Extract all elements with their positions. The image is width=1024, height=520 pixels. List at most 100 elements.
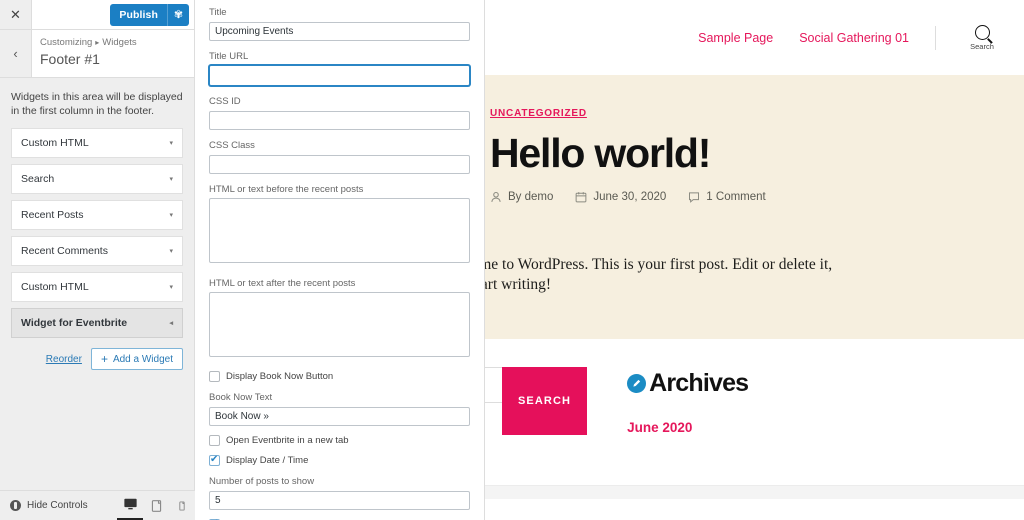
desktop-icon[interactable] [117,491,143,520]
publish-button[interactable]: Publish [110,4,167,26]
chevron-down-icon: ▾ [169,176,173,183]
reorder-link[interactable]: Reorder [46,354,82,365]
customizer-topbar: ✕ Publish ✾ [0,0,194,30]
post-author: By demo [490,191,553,203]
title-input[interactable] [209,22,470,41]
widget-item-custom-html-2[interactable]: Custom HTML ▾ [11,272,183,302]
posts-count-label: Number of posts to show [209,476,315,487]
nav-link-sample-page[interactable]: Sample Page [698,31,773,45]
post-author-label: By demo [508,191,554,203]
plus-icon: + [100,352,108,366]
display-book-now-checkbox[interactable] [209,371,220,382]
tablet-icon[interactable] [143,491,169,520]
search-widget-input[interactable] [485,367,502,403]
post-meta: By demo June 30, 2020 1 Comment [490,191,1024,203]
css-class-input[interactable] [209,155,470,174]
widget-item-label: Recent Comments [21,245,108,257]
post-excerpt-line-1: Welcome to WordPress. This is your first… [485,256,833,273]
css-class-field-label: CSS Class [209,140,255,151]
html-before-textarea[interactable] [209,198,470,263]
widget-item-recent-posts[interactable]: Recent Posts ▾ [11,200,183,230]
previewed-site: Sample Page Social Gathering 01 Search U… [485,0,1024,520]
widget-item-label: Widget for Eventbrite [21,317,128,329]
user-icon [491,191,501,202]
widget-item-search[interactable]: Search ▾ [11,164,183,194]
title-url-input[interactable] [209,65,470,86]
device-preview-switcher [117,491,195,520]
customizer-sidebar: ✕ Publish ✾ ‹ Customizing ▸ Widgets Footer… [0,0,195,520]
book-now-text-label: Book Now Text [209,392,273,403]
header-search-button[interactable]: Search [962,24,1002,51]
open-new-tab-checkbox-row[interactable]: Open Eventbrite in a new tab [209,435,470,446]
nav-link-social-gathering[interactable]: Social Gathering 01 [799,31,909,45]
posts-count-input[interactable] [209,491,470,510]
chevron-down-icon: ▾ [169,140,173,147]
chevron-down-icon: ▾ [169,248,173,255]
post-date: June 30, 2020 [575,191,666,203]
hide-controls-icon [10,500,21,511]
css-id-field-label: CSS ID [209,96,241,107]
page-bottom-strip [485,485,1024,499]
post-title: Hello world! [490,130,711,176]
hide-controls-button[interactable]: Hide Controls [0,500,88,511]
display-date-time-checkbox-row[interactable]: Display Date / Time [209,453,470,466]
open-new-tab-label: Open Eventbrite in a new tab [226,435,349,446]
widget-item-custom-html-1[interactable]: Custom HTML ▾ [11,128,183,158]
display-book-now-label: Display Book Now Button [226,371,334,382]
edit-pencil-icon[interactable] [627,374,647,393]
display-date-time-label: Display Date / Time [226,455,309,466]
footer-widget-region: SEARCH Archives June 2020 [485,339,1024,499]
widget-item-eventbrite[interactable]: Widget for Eventbrite ◂ [11,308,183,338]
book-now-text-input[interactable] [209,407,470,426]
widget-item-label: Search [21,173,55,185]
chevron-left-icon[interactable]: ‹ [0,30,32,77]
hide-controls-label: Hide Controls [27,500,88,511]
post-comments: 1 Comment [688,191,766,203]
close-x-icon[interactable]: ✕ [0,0,32,29]
title-field-label: Title [209,7,227,18]
mobile-icon[interactable] [169,491,195,520]
add-widget-label: Add a Widget [112,353,173,365]
widget-item-recent-comments[interactable]: Recent Comments ▾ [11,236,183,266]
open-new-tab-checkbox[interactable] [209,435,220,446]
post-excerpt: Welcome to WordPress. This is your first… [485,245,1024,339]
display-book-now-checkbox-row[interactable]: Display Book Now Button [209,371,470,382]
display-date-time-checkbox[interactable] [209,453,220,466]
calendar-icon [576,192,587,203]
add-widget-button[interactable]: + Add a Widget [90,348,183,370]
publish-button-group: Publish ✾ [110,3,189,26]
chevron-down-icon: ▾ [169,212,173,219]
section-description: Widgets in this area will be displayed i… [11,91,183,117]
post-comments-label: 1 Comment [706,191,766,203]
archives-widget: Archives June 2020 [627,367,749,435]
archives-item-june-2020[interactable]: June 2020 [627,420,748,435]
breadcrumb-root: Customizing [40,37,93,48]
search-icon [974,24,990,40]
site-header: Sample Page Social Gathering 01 Search [485,0,1024,75]
html-after-label: HTML or text after the recent posts [209,278,356,289]
comment-icon [689,192,700,203]
widget-item-label: Custom HTML [21,137,89,149]
breadcrumb-section: Widgets [102,37,137,48]
html-after-textarea[interactable] [209,292,470,357]
css-id-input[interactable] [209,111,470,130]
post-category-link[interactable]: UNCATEGORIZED [490,108,587,119]
customizer-screen: Sample Page Social Gathering 01 Search U… [0,0,1024,520]
widget-item-label: Custom HTML [21,281,89,293]
archives-widget-title: Archives [649,369,749,397]
chevron-down-icon: ▾ [169,284,173,291]
search-widget-submit[interactable]: SEARCH [502,367,588,435]
gear-icon[interactable]: ✾ [167,3,189,26]
customizer-footer: Hide Controls [0,490,195,520]
post-hero: UNCATEGORIZED Hello world! By demo June … [485,75,1024,245]
breadcrumb-separator: ▸ [95,38,100,47]
chevron-left-icon: ◂ [169,320,173,327]
site-preview-frame[interactable]: Sample Page Social Gathering 01 Search U… [485,0,1024,520]
widget-list: Custom HTML ▾ Search ▾ Recent Posts ▾ Re… [0,128,194,338]
widget-item-label: Recent Posts [21,209,84,221]
html-before-label: HTML or text before the recent posts [209,184,364,195]
post-date-label: June 30, 2020 [593,191,667,203]
search-widget: SEARCH [485,367,588,435]
breadcrumb: Customizing ▸ Widgets [40,36,137,49]
post-excerpt-line-2: then start writing! [485,276,552,293]
